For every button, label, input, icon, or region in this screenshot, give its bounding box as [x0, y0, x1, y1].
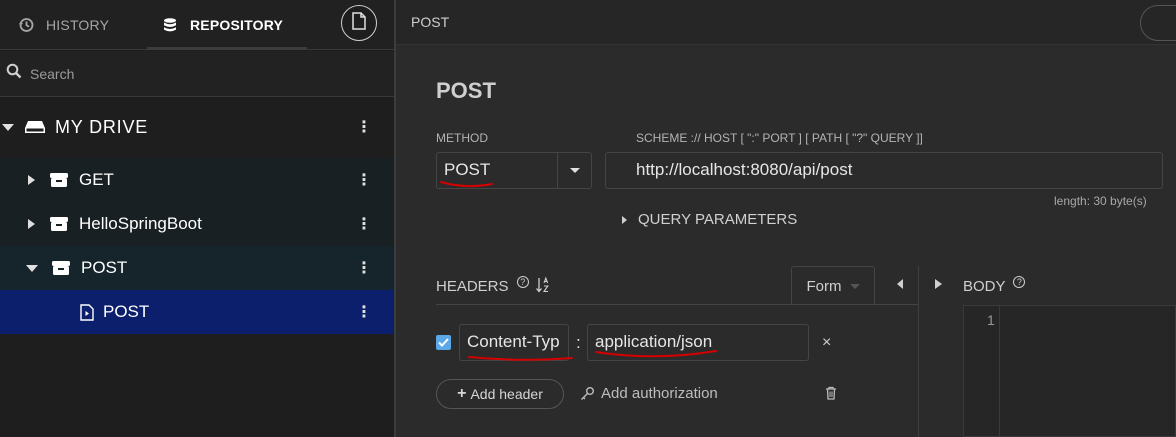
red-underline-annotations — [440, 181, 717, 361]
